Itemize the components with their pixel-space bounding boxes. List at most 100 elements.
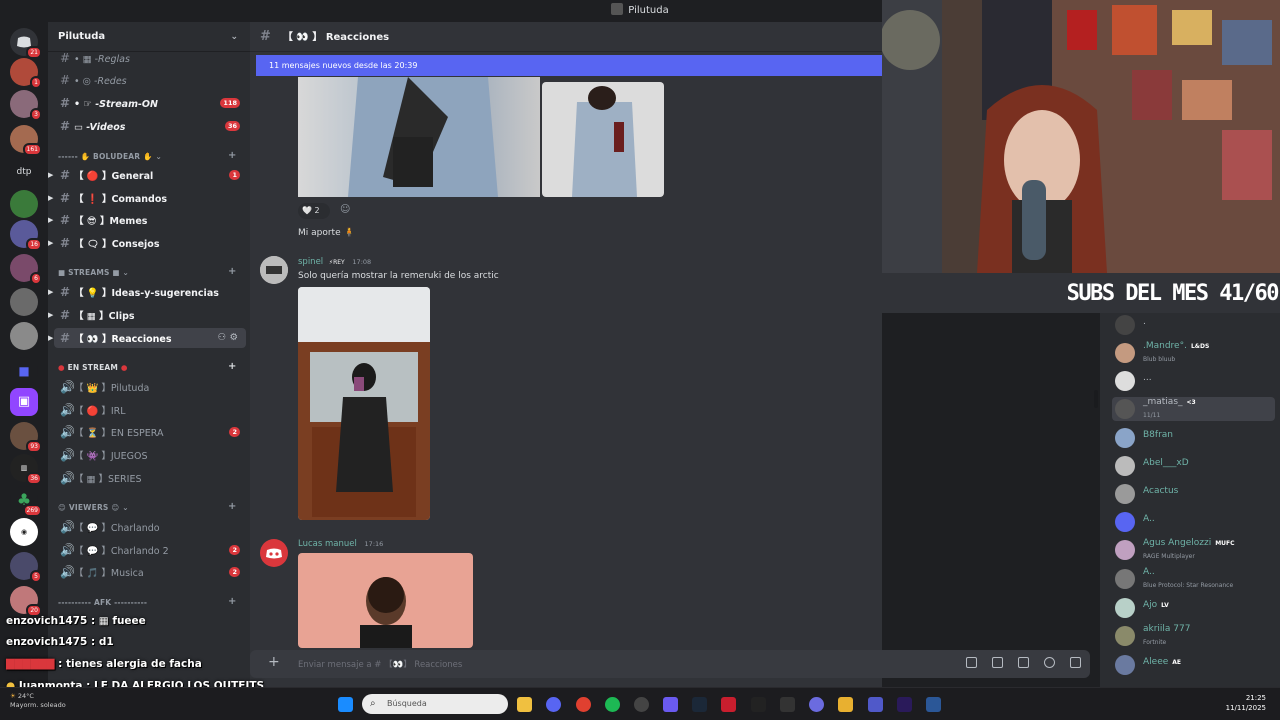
member-item[interactable]: .Mandre°. L&DS Blub bluub [1115, 341, 1280, 365]
message-input[interactable]: Enviar mensaje a # 【👀】 Reacciones [298, 658, 462, 670]
gif-icon[interactable] [992, 657, 1003, 668]
attachment-image[interactable] [542, 82, 664, 197]
steam-icon[interactable] [692, 697, 707, 712]
app-icon[interactable] [751, 697, 766, 712]
member-item[interactable]: A.. [1115, 510, 1280, 534]
add-reaction-icon[interactable]: ☺ [340, 204, 350, 215]
add-channel-icon[interactable]: + [228, 361, 237, 372]
member-item[interactable]: Agus Angelozzi MUFC RAGE Multiplayer [1115, 538, 1280, 562]
server-icon[interactable]: 1 [10, 58, 42, 89]
reaction-heart[interactable]: 🤍 2 [298, 203, 330, 219]
channel-item[interactable]: ▶ # 【 😎 】Memes [48, 210, 246, 230]
server-icon[interactable]: ♣ 269 [10, 486, 42, 517]
message-author[interactable]: Lucas manuel 17:16 [298, 539, 383, 549]
app-launcher-icon[interactable] [1070, 657, 1081, 668]
channel-item[interactable]: ▶ # 【 💡 】Ideas-y-sugerencias [48, 282, 246, 302]
file-explorer-icon[interactable] [517, 697, 532, 712]
folder-icon[interactable]: ■ [10, 357, 38, 385]
voice-channel-item[interactable]: 🔊【 💬 】Charlando 22 [54, 540, 246, 560]
server-icon[interactable]: 3 [10, 90, 42, 121]
attachment-image[interactable] [298, 553, 473, 648]
message-author[interactable]: spinel ⚡REY 17:08 [298, 257, 371, 267]
add-channel-icon[interactable]: + [228, 266, 237, 277]
voice-channel-item[interactable]: 🔊【 🎵 】Musica 2 [54, 562, 246, 582]
word-icon[interactable] [926, 697, 941, 712]
channel-item[interactable]: ▶ # 【 ▦ 】Clips [48, 305, 246, 325]
app-icon[interactable] [663, 697, 678, 712]
add-channel-icon[interactable]: + [228, 501, 237, 512]
scrollbar-thumb[interactable] [1094, 390, 1098, 408]
channel-item[interactable]: # • ▦ -Reglas [54, 48, 246, 68]
sticker-icon[interactable] [1018, 657, 1029, 668]
voice-channel-item[interactable]: 🔊【 ⏳ 】EN ESPERA 2 [54, 422, 246, 442]
member-item[interactable]: . [1115, 313, 1280, 337]
voice-channel-item[interactable]: 🔊【 ▦ 】SERIES [54, 468, 246, 488]
member-item[interactable]: Ajo LV [1115, 596, 1280, 620]
member-item[interactable]: akriila 777 Fortnite [1115, 624, 1280, 648]
spotify-icon[interactable] [605, 697, 620, 712]
add-attachment-icon[interactable]: + [268, 654, 280, 670]
channel-item[interactable]: ▶ # 【 🗨 】Consejos [48, 233, 246, 253]
voice-channel-item[interactable]: 🔊【 🔴 】IRL [54, 400, 246, 420]
channel-item[interactable]: # ▭ -Videos 36 [54, 116, 246, 136]
channel-item[interactable]: # • ☞ -Stream-ON 118 [54, 93, 246, 113]
member-item[interactable]: A.. Blue Protocol: Star Resonance [1115, 567, 1280, 591]
windows-start-icon[interactable] [338, 697, 353, 712]
channel-item-selected[interactable]: ▶ # 【 👀 】Reacciones ⚇ ⚙ [48, 328, 246, 348]
category-boludear[interactable]: ------ ✋ BOLUDEAR ✋ ⌄ + [58, 150, 236, 161]
server-icon[interactable]: 161 [10, 125, 42, 156]
app-icon[interactable] [721, 697, 736, 712]
member-item[interactable]: B8fran [1115, 426, 1280, 450]
voice-channel-item[interactable]: 🔊【 👑 】Pilutuda [54, 377, 246, 397]
server-icon[interactable] [10, 322, 38, 350]
voice-channel-item[interactable]: 🔊【 💬 】Charlando [54, 517, 246, 537]
server-icon[interactable]: 6 [10, 254, 42, 285]
member-item[interactable]: Aleee AE [1115, 653, 1280, 677]
avatar[interactable] [260, 539, 288, 567]
add-channel-icon[interactable]: + [228, 150, 237, 161]
message-composer[interactable]: + Enviar mensaje a # 【👀】 Reacciones [250, 650, 1090, 678]
new-messages-bar[interactable]: 11 mensajes nuevos desde las 20:39 [256, 55, 882, 76]
twitch-server-icon[interactable]: ▣ [10, 388, 38, 416]
notion-icon[interactable] [780, 697, 795, 712]
teams-icon[interactable] [868, 697, 883, 712]
app-icon[interactable] [809, 697, 824, 712]
taskbar-clock[interactable]: 21:25 11/11/2025 [1226, 693, 1266, 713]
taskbar-search[interactable]: ⌕ Búsqueda [362, 694, 508, 714]
member-item-hovered[interactable]: _matias_ <3 11/11 [1112, 397, 1275, 421]
channel-item[interactable]: ▶ # 【 ❗ 】Comandos [48, 188, 246, 208]
category-viewers[interactable]: 😊 VIEWERS 😊 ⌄ + [58, 501, 236, 512]
channel-item[interactable]: ▶ # 【 🔴 】General 1 [48, 165, 246, 185]
server-folder-icon[interactable]: 16 [10, 220, 42, 251]
chrome-icon[interactable] [576, 697, 591, 712]
category-en-stream[interactable]: ● EN STREAM ● + [58, 361, 236, 372]
add-channel-icon[interactable]: + [228, 596, 237, 607]
emoji-icon[interactable] [1044, 657, 1055, 668]
member-item[interactable]: ... [1115, 369, 1280, 393]
attachment-image[interactable] [298, 77, 540, 197]
attachment-image[interactable] [298, 287, 430, 520]
discord-taskbar-icon[interactable] [546, 697, 561, 712]
server-icon[interactable]: ◉ [10, 518, 38, 546]
category-streams[interactable]: ■ STREAMS ■ ⌄ + [58, 266, 236, 277]
settings-icon[interactable]: ⚇ ⚙ [218, 328, 238, 348]
obs-icon[interactable] [634, 697, 649, 712]
member-item[interactable]: Acactus [1115, 482, 1280, 506]
weather-widget[interactable]: ☀ 24°C Mayorm. soleado [10, 692, 66, 710]
server-icon[interactable]: ▥ 36 [10, 454, 42, 485]
discord-home-icon[interactable]: 21 [10, 28, 42, 59]
member-item[interactable]: Abel___xD [1115, 454, 1280, 478]
avatar[interactable] [260, 256, 288, 284]
category-afk[interactable]: ---------- AFK ---------- + [58, 596, 236, 607]
voice-channel-item[interactable]: 🔊【 👾 】JUEGOS [54, 445, 246, 465]
server-icon[interactable] [10, 288, 38, 316]
channel-item[interactable]: # • ◎ -Redes [54, 70, 246, 90]
app-icon[interactable] [838, 697, 853, 712]
server-icon[interactable]: 20 [10, 586, 42, 617]
premiere-icon[interactable] [897, 697, 912, 712]
server-icon[interactable] [10, 190, 38, 218]
server-icon-dtp[interactable]: dtp [10, 158, 38, 186]
apps-icon[interactable] [966, 657, 977, 668]
server-icon[interactable]: 93 [10, 422, 42, 453]
server-folder-icon[interactable]: 5 [10, 552, 42, 583]
